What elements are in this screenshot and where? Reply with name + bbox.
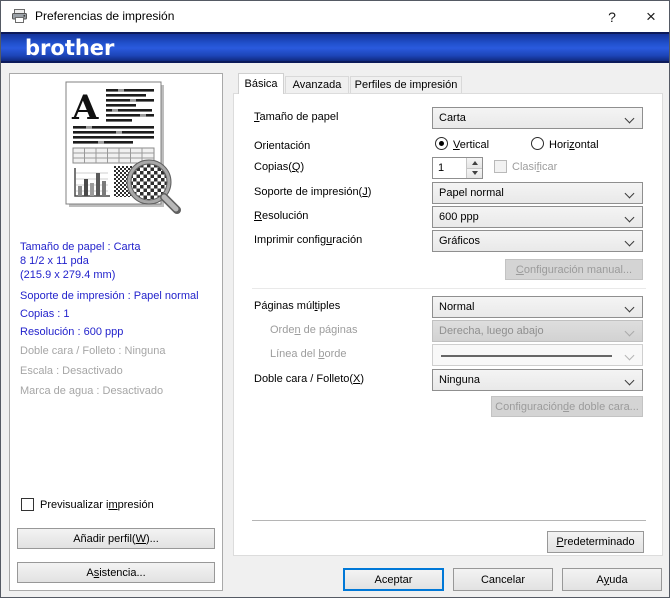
print-setting-value: Gráficos <box>439 235 480 247</box>
summary-paper-inches: 8 1/2 x 11 pda <box>20 254 218 268</box>
default-button[interactable]: Predeterminado <box>547 531 644 553</box>
chevron-down-icon <box>625 189 635 199</box>
tab-perfiles-de-impresion[interactable]: Perfiles de impresión <box>350 76 462 93</box>
summary-resolution: Resolución : 600 ppp <box>20 325 218 339</box>
panel-divider <box>252 520 646 521</box>
chevron-down-icon <box>625 351 635 361</box>
help-footer-button[interactable]: Ayuda <box>562 568 662 591</box>
print-preview-checkbox[interactable] <box>21 498 34 511</box>
line-style-sample <box>441 355 612 357</box>
chevron-down-icon <box>625 303 635 313</box>
add-profile-button[interactable]: Añadir perfil(W)... <box>17 528 215 549</box>
duplex-select[interactable]: Ninguna <box>432 369 643 391</box>
print-preview-label: Previsualizar impresión <box>40 499 154 511</box>
print-preview-option: Previsualizar impresión <box>21 498 154 511</box>
support-button[interactable]: Asistencia... <box>17 562 215 583</box>
settings-summary-panel: A <box>9 73 223 591</box>
summary-duplex: Doble cara / Folleto : Ninguna <box>20 344 218 358</box>
summary-watermark: Marca de agua : Desactivado <box>20 384 218 398</box>
summary-paper-mm: (215.9 x 279.4 mm) <box>20 268 218 282</box>
duplex-value: Ninguna <box>439 374 480 386</box>
orientation-vertical-radio[interactable] <box>435 137 448 150</box>
duplex-label: Doble cara / Folleto(X) <box>254 373 364 385</box>
current-settings-summary: Tamaño de papel : Carta 8 1/2 x 11 pda (… <box>20 240 218 398</box>
close-button[interactable]: × <box>632 1 670 32</box>
chevron-down-icon <box>625 327 635 337</box>
summary-scaling: Escala : Desactivado <box>20 364 218 378</box>
orientation-label: Orientación <box>254 140 310 152</box>
orientation-horizontal-radio[interactable] <box>531 137 544 150</box>
resolution-label: Resolución <box>254 210 308 222</box>
printer-icon <box>11 8 28 25</box>
help-button[interactable]: ? <box>595 1 629 32</box>
page-order-label: Orden de páginas <box>270 324 357 336</box>
print-setting-select[interactable]: Gráficos <box>432 230 643 252</box>
orientation-vertical-label: Vertical <box>453 139 489 151</box>
spinner-down-icon[interactable] <box>467 169 482 179</box>
border-line-select <box>432 344 643 366</box>
cancel-button[interactable]: Cancelar <box>453 568 553 591</box>
paper-size-value: Carta <box>439 112 466 124</box>
copies-value: 1 <box>438 162 444 174</box>
chevron-down-icon <box>625 213 635 223</box>
chevron-down-icon <box>625 376 635 386</box>
chevron-down-icon <box>625 237 635 247</box>
section-divider <box>252 288 646 289</box>
border-line-label: Línea del borde <box>270 348 346 360</box>
copies-stepper[interactable]: 1 <box>432 157 483 179</box>
print-preferences-dialog: Preferencias de impresión ? × brother <box>0 0 670 598</box>
resolution-value: 600 ppp <box>439 211 479 223</box>
chevron-down-icon <box>625 114 635 124</box>
tab-basica[interactable]: Básica <box>238 73 284 94</box>
titlebar: Preferencias de impresión ? × <box>1 1 669 32</box>
svg-text:A: A <box>71 88 99 128</box>
window-title: Preferencias de impresión <box>35 9 174 23</box>
brand-banner: brother <box>1 32 669 63</box>
multiple-pages-select[interactable]: Normal <box>432 296 643 318</box>
media-type-value: Papel normal <box>439 187 504 199</box>
duplex-config-button: Configuración de doble cara... <box>491 396 643 417</box>
summary-media: Soporte de impresión : Papel normal <box>20 289 218 303</box>
orientation-horizontal-label: Horizontal <box>549 139 599 151</box>
paper-size-label: Tamaño de papel <box>254 111 338 123</box>
summary-copies: Copias : 1 <box>20 307 218 321</box>
manual-config-button: Configuración manual... <box>505 259 643 280</box>
media-type-select[interactable]: Papel normal <box>432 182 643 204</box>
accept-button[interactable]: Aceptar <box>343 568 444 591</box>
resolution-select[interactable]: 600 ppp <box>432 206 643 228</box>
print-setting-label: Imprimir configuración <box>254 234 362 246</box>
collate-label: Clasificar <box>512 161 557 173</box>
multiple-pages-value: Normal <box>439 301 474 313</box>
multiple-pages-label: Páginas múltiples <box>254 300 340 312</box>
brother-logo: brother <box>25 36 114 60</box>
tab-avanzada[interactable]: Avanzada <box>285 76 349 93</box>
media-type-label: Soporte de impresión(J) <box>254 186 371 198</box>
spinner-up-icon[interactable] <box>467 158 482 169</box>
collate-checkbox <box>494 160 507 173</box>
basic-settings-panel: Tamaño de papel Carta Orientación Vertic… <box>233 93 663 556</box>
summary-paper-size: Tamaño de papel : Carta <box>20 240 218 254</box>
copies-label: Copias(Q) <box>254 161 304 173</box>
page-order-value: Derecha, luego abajo <box>439 325 544 337</box>
page-order-select: Derecha, luego abajo <box>432 320 643 342</box>
document-preview-image: A <box>56 80 196 218</box>
copies-spin-buttons <box>466 158 482 178</box>
paper-size-select[interactable]: Carta <box>432 107 643 129</box>
